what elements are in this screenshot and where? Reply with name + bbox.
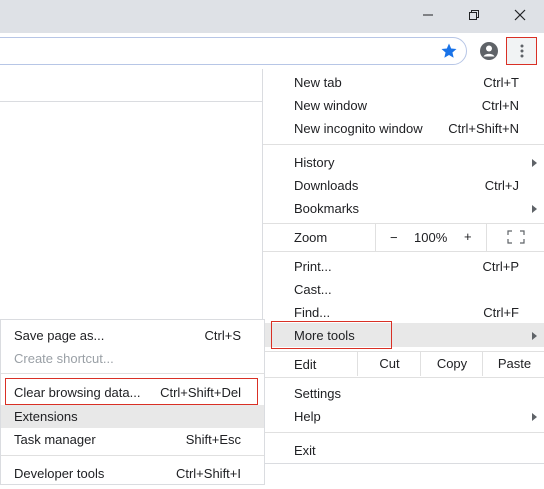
menu-item-label: More tools [294, 328, 355, 343]
menu-separator [1, 373, 264, 374]
menu-separator [263, 144, 544, 145]
menu-separator [263, 377, 544, 378]
restore-button[interactable] [451, 0, 497, 30]
zoom-out-button[interactable]: − [390, 230, 398, 245]
menu-item-shortcut: Ctrl+Shift+N [448, 121, 519, 136]
address-bar[interactable] [0, 37, 467, 65]
submenu-item-extensions[interactable]: Extensions [1, 405, 264, 428]
menu-item-new-window[interactable]: New window Ctrl+N [263, 94, 544, 117]
more-tools-submenu: Save page as... Ctrl+S Create shortcut..… [0, 319, 265, 485]
menu-item-label: Find... [294, 305, 331, 320]
menu-item-label: Print... [294, 259, 332, 274]
browser-toolbar [0, 33, 544, 69]
submenu-arrow-icon [532, 159, 537, 167]
submenu-item-label: Developer tools [14, 466, 105, 481]
menu-separator [1, 455, 264, 456]
menu-item-label: History [294, 155, 335, 170]
cut-button[interactable]: Cut [357, 352, 421, 376]
page-divider [0, 101, 262, 102]
menu-item-find[interactable]: Find... Ctrl+F [263, 301, 544, 324]
menu-item-settings[interactable]: Settings [263, 382, 544, 405]
zoom-in-button[interactable]: + [464, 229, 472, 244]
menu-item-shortcut: Ctrl+J [484, 178, 519, 193]
menu-item-label: Bookmarks [294, 201, 360, 216]
menu-item-shortcut: Ctrl+P [482, 259, 519, 274]
submenu-item-label: Task manager [14, 432, 96, 447]
edit-label: Edit [294, 357, 317, 372]
submenu-arrow-icon [532, 413, 537, 421]
minimize-icon [423, 14, 433, 16]
menu-separator [263, 432, 544, 433]
submenu-arrow-icon [532, 332, 537, 340]
submenu-item-clear-browsing-data[interactable]: Clear browsing data... Ctrl+Shift+Del [1, 381, 264, 404]
menu-item-label: New window [294, 98, 367, 113]
zoom-level: 100% [414, 230, 448, 245]
menu-item-shortcut: Ctrl+T [483, 75, 519, 90]
submenu-item-label: Clear browsing data... [14, 385, 141, 400]
restore-icon [469, 10, 479, 20]
close-button[interactable] [497, 0, 543, 30]
submenu-item-task-manager[interactable]: Task manager Shift+Esc [1, 428, 264, 451]
submenu-item-label: Extensions [14, 409, 78, 424]
three-dots-vertical-icon [520, 44, 523, 58]
title-bar [0, 0, 544, 33]
menu-item-cast[interactable]: Cast... [263, 278, 544, 301]
fullscreen-button[interactable] [486, 223, 544, 251]
submenu-item-shortcut: Ctrl+S [204, 328, 241, 343]
submenu-item-create-shortcut: Create shortcut... [1, 347, 264, 370]
copy-button[interactable]: Copy [420, 352, 483, 376]
fullscreen-icon [507, 230, 525, 244]
menu-item-shortcut: Ctrl+N [481, 98, 519, 113]
menu-item-more-tools[interactable]: More tools [263, 323, 544, 347]
menu-item-label: New incognito window [294, 121, 423, 136]
menu-item-history[interactable]: History [263, 151, 544, 174]
zoom-label: Zoom [294, 230, 328, 245]
bookmark-star-icon[interactable] [440, 42, 458, 60]
submenu-item-shortcut: Ctrl+Shift+I [175, 466, 241, 481]
menu-item-label: Help [294, 409, 321, 424]
menu-item-bookmarks[interactable]: Bookmarks [263, 197, 544, 220]
menu-item-label: Downloads [294, 178, 359, 193]
menu-item-help[interactable]: Help [263, 405, 544, 428]
submenu-item-developer-tools[interactable]: Developer tools Ctrl+Shift+I [1, 462, 264, 485]
menu-item-label: Settings [294, 386, 341, 401]
menu-item-new-tab[interactable]: New tab Ctrl+T [263, 71, 544, 94]
zoom-row: Zoom − 100% + [263, 223, 544, 251]
menu-item-new-incognito-window[interactable]: New incognito window Ctrl+Shift+N [263, 117, 544, 140]
submenu-item-shortcut: Ctrl+Shift+Del [160, 385, 241, 400]
chrome-menu-button[interactable] [506, 37, 537, 65]
menu-item-label: New tab [294, 75, 342, 90]
submenu-item-shortcut: Shift+Esc [185, 432, 241, 447]
chrome-main-menu: New tab Ctrl+T New window Ctrl+N New inc… [262, 69, 544, 464]
submenu-item-save-page[interactable]: Save page as... Ctrl+S [1, 324, 264, 347]
menu-separator [263, 251, 544, 252]
minimize-button[interactable] [405, 0, 451, 30]
paste-button[interactable]: Paste [482, 352, 544, 376]
menu-item-label: Exit [294, 443, 316, 458]
submenu-arrow-icon [532, 205, 537, 213]
menu-item-print[interactable]: Print... Ctrl+P [263, 255, 544, 278]
profile-avatar-icon[interactable] [479, 41, 499, 61]
submenu-item-label: Create shortcut... [14, 351, 114, 366]
edit-row: Edit Cut Copy Paste [263, 352, 544, 376]
menu-item-shortcut: Ctrl+F [483, 305, 519, 320]
menu-item-exit[interactable]: Exit [263, 439, 544, 462]
submenu-item-label: Save page as... [14, 328, 105, 343]
menu-item-label: Cast... [294, 282, 332, 297]
menu-item-downloads[interactable]: Downloads Ctrl+J [263, 174, 544, 197]
close-icon [514, 9, 526, 21]
zoom-controls: − 100% + [375, 223, 487, 251]
